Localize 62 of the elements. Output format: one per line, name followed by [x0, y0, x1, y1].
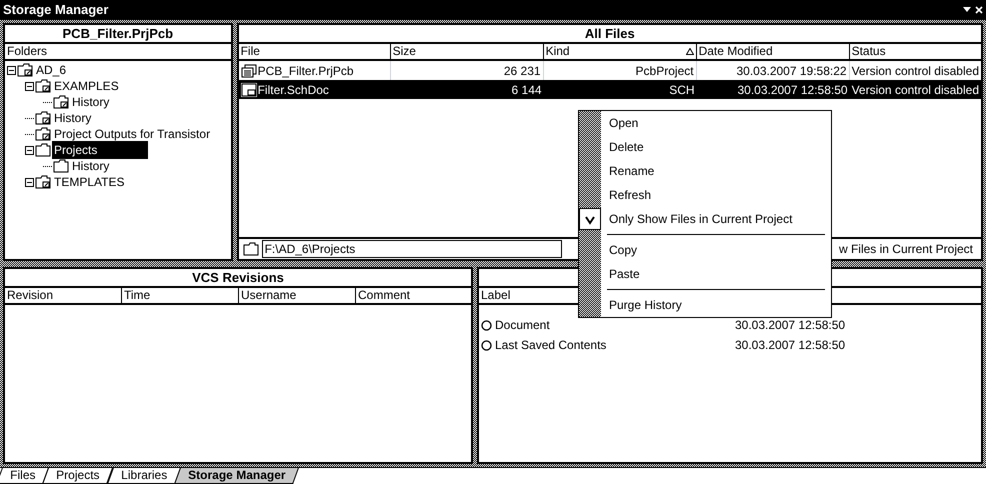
menu-item[interactable]: Purge History [601, 296, 682, 314]
linked-folder-icon [35, 79, 51, 93]
folder-label[interactable]: TEMPLATES [52, 173, 126, 191]
table-cell-text: Version control disabled [852, 62, 979, 80]
menu-item[interactable]: Refresh [601, 186, 652, 204]
folder-label[interactable]: History [52, 109, 94, 127]
table-cell-text: 30.03.2007 12:58:50 [735, 337, 846, 354]
tab[interactable]: Projects [42, 468, 114, 484]
table-cell-text: Document [495, 317, 551, 334]
sort-ascending-icon [686, 48, 694, 55]
column-header[interactable]: Time [122, 288, 239, 303]
folder-label[interactable]: EXAMPLES [52, 77, 121, 95]
close-icon[interactable] [975, 6, 983, 14]
menu-item[interactable]: Copy [601, 241, 638, 259]
column-header[interactable]: Size [390, 44, 544, 59]
table-cell-text: 30.03.2007 19:58:22 [735, 62, 847, 80]
option-label[interactable]: w Files in Current Project [838, 240, 977, 258]
table-cell-text: 26 231 [502, 62, 541, 80]
table-cell-text: PcbProject [634, 62, 694, 80]
folder-label[interactable]: Projects [52, 141, 148, 159]
table-cell-text: 30.03.2007 12:58:50 [735, 317, 846, 334]
table-cell-text: PCB_Filter.PrjPcb [258, 62, 355, 80]
folder-icon [242, 242, 259, 256]
menu-item[interactable]: Only Show Files in Current Project [601, 210, 792, 228]
column-header[interactable]: Revision [5, 288, 122, 303]
table-cell-text: 6 144 [510, 82, 542, 98]
folder-label[interactable]: History [70, 157, 112, 175]
collapse-icon[interactable] [7, 66, 16, 74]
column-header[interactable]: Kind [544, 44, 697, 59]
circle-icon [481, 320, 492, 330]
path-field[interactable]: F:\AD_6\Projects [262, 240, 562, 258]
tab[interactable]: Storage Manager [174, 468, 299, 484]
file-row[interactable]: Filter.SchDoc 6 144 SCH 30.03.2007 12:58:50 Version control disabled [238, 80, 981, 99]
document-icon [240, 82, 257, 96]
folder-icon [35, 143, 51, 157]
linked-folder-icon [17, 63, 33, 77]
folder-label[interactable]: History [70, 93, 112, 111]
linked-folder-icon [35, 175, 51, 189]
menu-item[interactable]: Open [601, 114, 638, 132]
table-cell-text: Last Saved Contents [495, 337, 608, 354]
circle-icon [481, 340, 492, 350]
folder-label[interactable]: Project Outputs for Transistor [52, 125, 212, 143]
table-cell-text: Version control disabled [852, 82, 979, 98]
collapse-icon[interactable] [25, 82, 34, 90]
column-header[interactable]: Folders [5, 44, 231, 61]
table-cell-text: 30.03.2007 12:58:50 [736, 82, 848, 98]
folder-label[interactable]: AD_6 [34, 61, 68, 79]
menu-item[interactable]: Rename [601, 162, 654, 180]
menu-item[interactable]: Paste [601, 265, 640, 283]
column-header[interactable]: Comment [356, 288, 471, 303]
column-header[interactable]: Date Modified [696, 44, 850, 59]
column-header[interactable]: File [238, 44, 391, 59]
column-header[interactable]: Status [850, 44, 981, 59]
window-title: Storage Manager [3, 1, 108, 20]
board-document-icon [240, 64, 257, 78]
collapse-icon[interactable] [25, 178, 34, 186]
column-header[interactable]: Username [239, 288, 356, 303]
table-cell-text: SCH [668, 82, 695, 98]
collapse-icon[interactable] [25, 146, 34, 154]
menu-item[interactable]: Delete [601, 138, 644, 156]
dropdown-icon[interactable] [963, 7, 971, 13]
table-cell-text: Filter.SchDoc [258, 82, 330, 98]
